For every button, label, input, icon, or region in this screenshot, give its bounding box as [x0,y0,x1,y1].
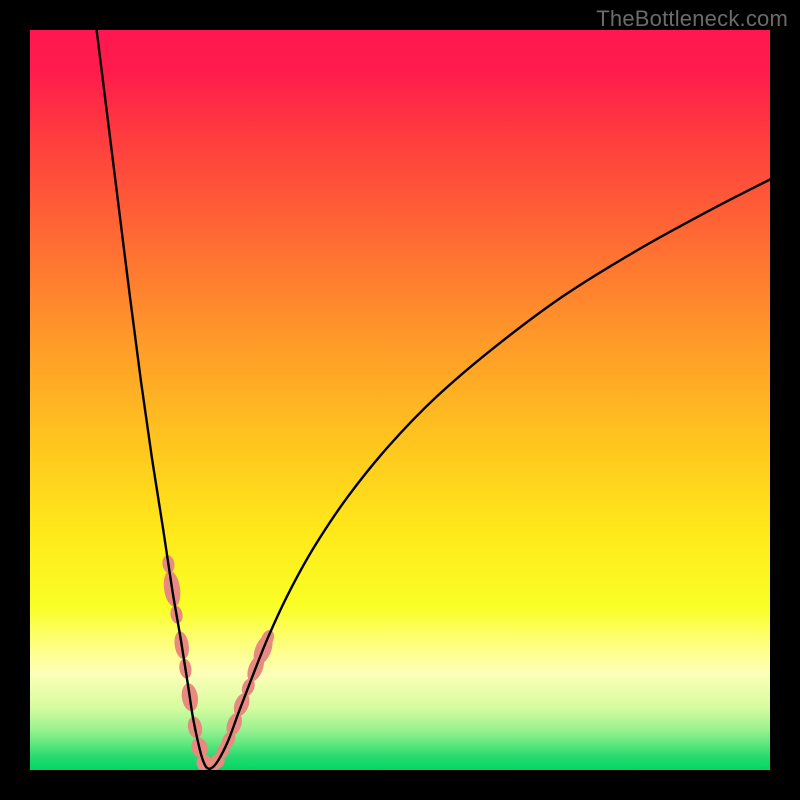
plot-area [30,30,770,770]
bottleneck-chart [30,30,770,770]
watermark-text: TheBottleneck.com [596,6,788,32]
bottleneck-curve [97,30,770,769]
image-frame: TheBottleneck.com [0,0,800,800]
